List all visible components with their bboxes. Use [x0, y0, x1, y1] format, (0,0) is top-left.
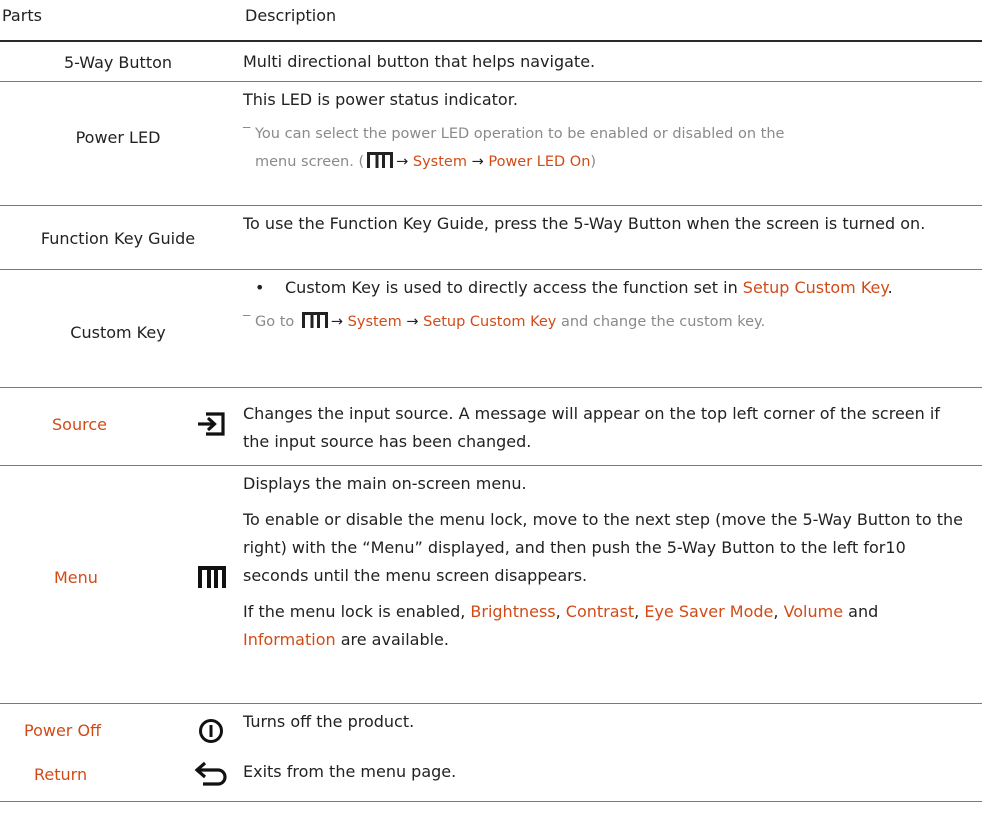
text-span: , [634, 602, 645, 621]
part-description: To use the Function Key Guide, press the… [243, 214, 926, 233]
note-text: Go to [255, 314, 295, 330]
part-description: Displays the main on-screen menu. To ena… [243, 470, 968, 654]
part-name: Custom Key [70, 322, 166, 342]
part-name: Menu [54, 567, 98, 587]
eye-saver-mode-link: Eye Saver Mode [644, 602, 774, 621]
arrow-glyph: → [396, 154, 409, 170]
contrast-link: Contrast [565, 602, 635, 621]
part-description: Exits from the menu page. [243, 762, 457, 781]
text-span: are available. [335, 630, 449, 649]
table-row: Source Changes the input source. A messa… [0, 396, 982, 466]
part-name: 5-Way Button [63, 52, 173, 72]
bullet-item: • Custom Key is used to directly access … [243, 274, 968, 302]
parts-column-header: Parts [2, 6, 42, 25]
setup-custom-key-link: Setup Custom Key [742, 278, 888, 297]
part-name: Power LED [75, 127, 161, 147]
arrow-glyph: → [471, 154, 484, 170]
table-row: Return Exits from the menu page. [0, 754, 982, 802]
information-link: Information [243, 630, 336, 649]
text-span: , [773, 602, 784, 621]
part-name: Return [34, 764, 88, 784]
table-row: Power Off Turns off the product. [0, 704, 982, 754]
part-description: This LED is power status indicator. ‾ You… [243, 86, 968, 176]
table-header: Parts Description [0, 0, 982, 41]
text-span: , [555, 602, 566, 621]
note-dash-icon: ‾ [243, 314, 251, 330]
power-icon [196, 716, 226, 746]
part-name: Function Key Guide [40, 228, 196, 248]
table-row: 5-Way Button Multi directional button th… [0, 42, 982, 82]
description-text: To enable or disable the menu lock, move… [243, 510, 963, 585]
setup-custom-key-link: Setup Custom Key [423, 314, 557, 330]
arrow-glyph: → [406, 314, 419, 330]
part-name: Power Off [24, 720, 102, 740]
bullet-text-end: . [887, 278, 893, 297]
arrow-glyph: → [330, 314, 344, 330]
source-input-icon [196, 409, 226, 439]
part-description: Changes the input source. A message will… [243, 404, 940, 451]
brightness-link: Brightness [470, 602, 556, 621]
return-arrow-icon [190, 760, 230, 790]
bullet-icon: • [255, 278, 265, 297]
table-row: Function Key Guide To use the Function K… [0, 206, 982, 270]
note-text: and change the custom key. [560, 314, 766, 330]
row-divider [0, 387, 982, 388]
part-description: Turns off the product. [243, 712, 415, 731]
part-description: Multi directional button that helps navi… [243, 52, 596, 71]
row-divider [0, 801, 982, 802]
note-text: ) [590, 154, 597, 170]
description-text: This LED is power status indicator. [243, 90, 518, 109]
description-text: Displays the main on-screen menu. [243, 474, 527, 493]
note-line: ‾ Go to → System → Setup Custom Key and c… [243, 308, 968, 336]
menu-icon [301, 312, 328, 328]
table-row: Power LED This LED is power status indic… [0, 82, 982, 206]
text-span: If the menu lock is enabled, [243, 602, 471, 621]
description-text: If the menu lock is enabled, Brightness,… [243, 598, 968, 654]
table-row: Menu Displays the main on-screen menu. T… [0, 466, 982, 704]
bullet-text: Custom Key is used to directly access th… [285, 278, 743, 297]
text-span: and [843, 602, 879, 621]
power-led-on-link: Power LED On [488, 154, 591, 170]
menu-icon [367, 152, 394, 168]
part-description: • Custom Key is used to directly access … [243, 274, 968, 336]
volume-link: Volume [783, 602, 844, 621]
note-line: ‾ You can select the power LED operation … [243, 120, 968, 148]
menu-icon [194, 562, 230, 592]
system-link: System [347, 314, 402, 330]
description-column-header: Description [245, 6, 337, 25]
part-name: Source [52, 414, 107, 434]
system-link: System [412, 154, 467, 170]
note-text: menu screen. ( [255, 154, 365, 170]
note-text: You can select the power LED operation t… [255, 126, 785, 142]
note-dash-icon: ‾ [243, 126, 251, 142]
note-line: menu screen. ( → System → Power LED On) [243, 148, 968, 176]
table-row: Custom Key • Custom Key is used to direc… [0, 270, 982, 388]
